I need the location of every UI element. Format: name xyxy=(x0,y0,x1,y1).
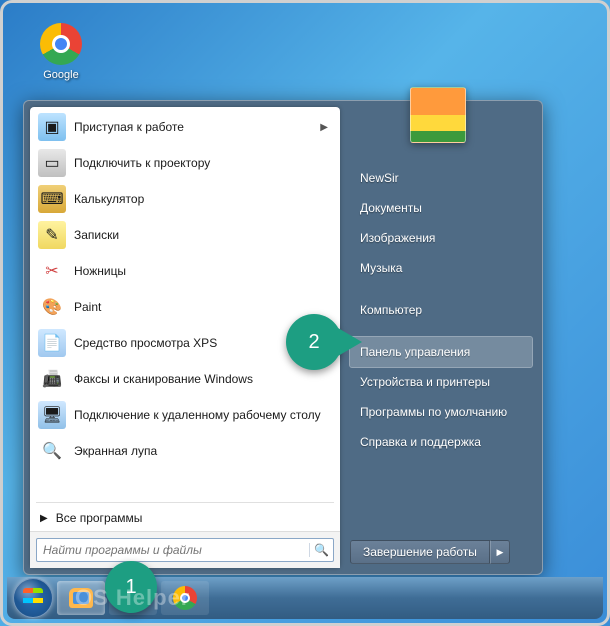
all-programs-label: Все программы xyxy=(56,511,143,525)
right-link-username[interactable]: NewSir xyxy=(350,163,532,193)
program-item[interactable]: ▭ Подключить к проектору xyxy=(30,145,340,181)
right-link[interactable]: Устройства и принтеры xyxy=(350,367,532,397)
shutdown-button[interactable]: Завершение работы xyxy=(350,540,490,564)
separator xyxy=(36,502,334,503)
right-link-label: Компьютер xyxy=(360,303,422,317)
right-link-label: Панель управления xyxy=(360,345,470,359)
right-gap xyxy=(350,283,532,295)
right-link[interactable]: Компьютер xyxy=(350,295,532,325)
program-label: Записки xyxy=(74,228,332,242)
shutdown-row: Завершение работы ▶ xyxy=(350,540,532,564)
watermark: OS Helper xyxy=(75,585,190,611)
program-label: Подключить к проектору xyxy=(74,156,332,170)
program-label: Экранная лупа xyxy=(74,444,332,458)
callout-2: 2 xyxy=(286,314,342,370)
right-link[interactable]: Программы по умолчанию xyxy=(350,397,532,427)
program-item[interactable]: 🎨 Paint xyxy=(30,289,340,325)
program-icon: ▣ xyxy=(38,113,66,141)
right-link-label: Документы xyxy=(360,201,422,215)
program-item[interactable]: ⌨ Калькулятор xyxy=(30,181,340,217)
program-item[interactable]: ✎ Записки xyxy=(30,217,340,253)
right-link[interactable]: Изображения xyxy=(350,223,532,253)
start-button[interactable] xyxy=(13,578,53,618)
shutdown-options-arrow[interactable]: ▶ xyxy=(490,540,510,564)
submenu-arrow-icon: ▶ xyxy=(320,122,328,133)
program-icon: 🎨 xyxy=(38,293,66,321)
right-link-label: Справка и поддержка xyxy=(360,435,481,449)
program-label: Paint xyxy=(74,300,332,314)
right-link[interactable]: Музыка xyxy=(350,253,532,283)
desktop-icon-chrome[interactable]: Google xyxy=(31,23,91,81)
program-icon: 🔍 xyxy=(38,437,66,465)
program-icon: 📄 xyxy=(38,329,66,357)
right-link-label: Программы по умолчанию xyxy=(360,405,507,419)
start-menu: ▣ Приступая к работе ▶ ▭ Подключить к проект… xyxy=(23,100,543,575)
program-label: Калькулятор xyxy=(74,192,332,206)
program-label: Факсы и сканирование Windows xyxy=(74,372,332,386)
right-link[interactable]: Панель управления xyxy=(350,337,532,367)
program-label: Приступая к работе xyxy=(74,120,312,134)
chevron-right-icon: ▶ xyxy=(40,513,48,524)
search-icon[interactable]: 🔍 xyxy=(309,543,333,557)
right-links: NewSir Документы Изображения Музыка Компьют… xyxy=(350,163,532,536)
desktop-icon-label: Google xyxy=(31,69,91,81)
program-icon: 🖥 xyxy=(38,401,66,429)
search-row: 🔍 xyxy=(30,531,340,568)
program-item[interactable]: 🖥 Подключение к удаленному рабочему столу xyxy=(30,397,340,433)
right-link-label: Устройства и принтеры xyxy=(360,375,490,389)
program-item[interactable]: ▣ Приступая к работе ▶ xyxy=(30,109,340,145)
start-right-panel: NewSir Документы Изображения Музыка Компьют… xyxy=(340,107,536,568)
all-programs[interactable]: ▶ Все программы xyxy=(30,505,340,531)
program-icon: ✂ xyxy=(38,257,66,285)
chrome-icon xyxy=(40,23,82,65)
program-icon: ✎ xyxy=(38,221,66,249)
program-icon: ⌨ xyxy=(38,185,66,213)
right-gap xyxy=(350,325,532,337)
program-item[interactable]: ✂ Ножницы xyxy=(30,253,340,289)
program-icon: 📠 xyxy=(38,365,66,393)
right-link[interactable]: Документы xyxy=(350,193,532,223)
search-box: 🔍 xyxy=(36,538,334,562)
right-link-label: Музыка xyxy=(360,261,402,275)
program-label: Ножницы xyxy=(74,264,332,278)
program-icon: ▭ xyxy=(38,149,66,177)
search-input[interactable] xyxy=(37,543,309,557)
program-item[interactable]: 🔍 Экранная лупа xyxy=(30,433,340,469)
callout-2-label: 2 xyxy=(308,331,319,354)
right-link-label: Изображения xyxy=(360,231,435,245)
user-picture[interactable] xyxy=(410,87,466,143)
program-list: ▣ Приступая к работе ▶ ▭ Подключить к проект… xyxy=(30,107,340,500)
username-label: NewSir xyxy=(360,171,399,185)
program-label: Подключение к удаленному рабочему столу xyxy=(74,408,332,422)
right-link[interactable]: Справка и поддержка xyxy=(350,427,532,457)
shutdown-label: Завершение работы xyxy=(363,545,477,559)
program-item[interactable]: 📠 Факсы и сканирование Windows xyxy=(30,361,340,397)
